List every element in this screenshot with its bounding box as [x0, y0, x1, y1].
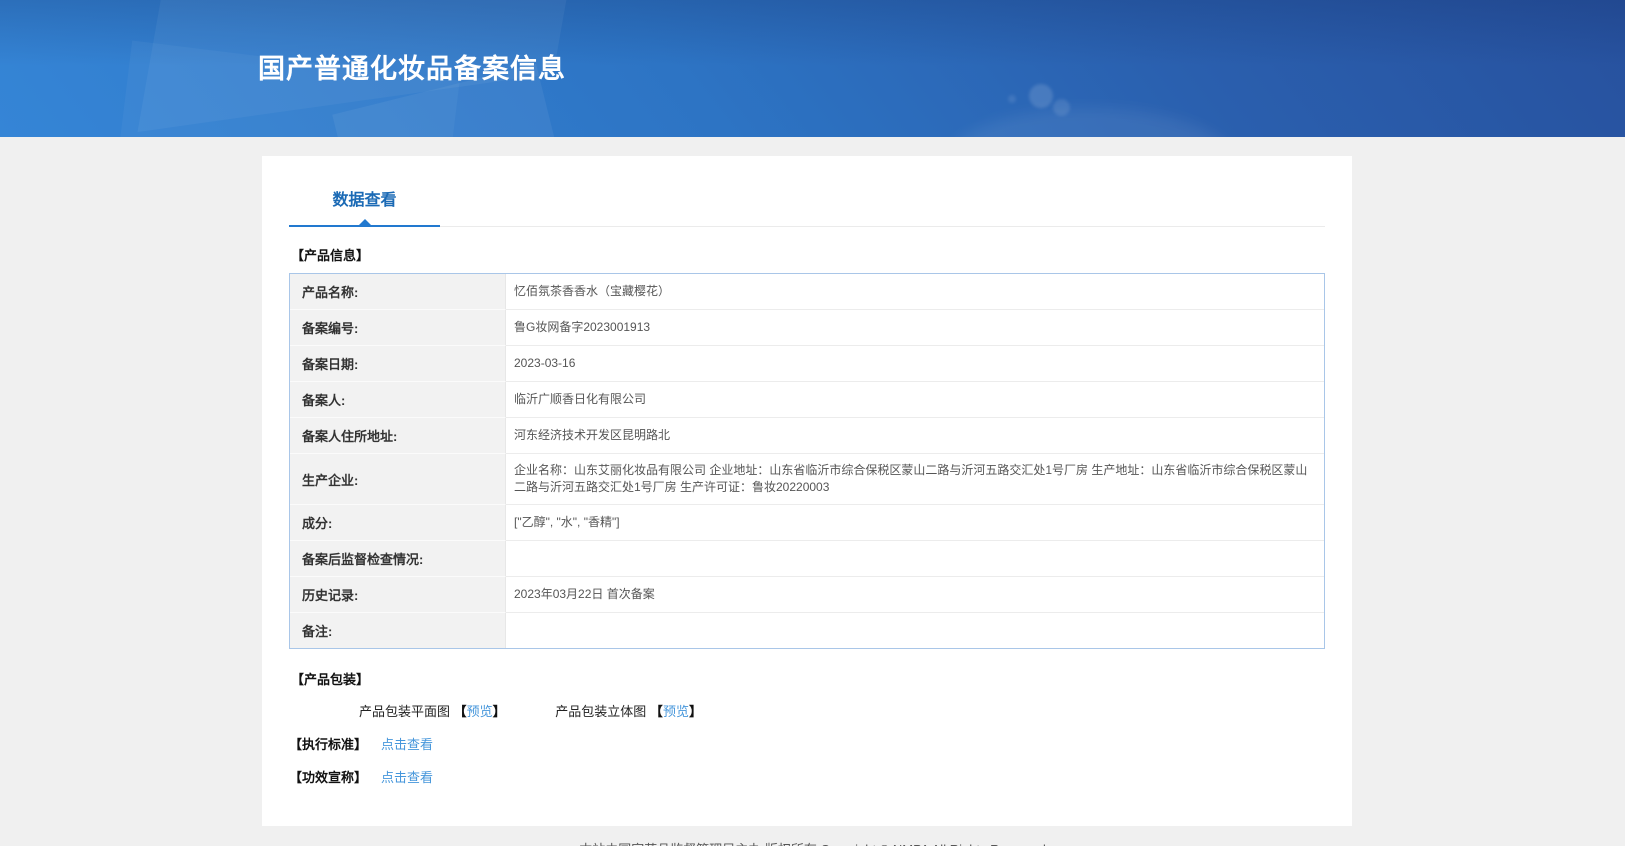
exec-standard-view-link[interactable]: 点击查看 — [381, 734, 433, 753]
row-label: 备案后监督检查情况: — [290, 541, 506, 577]
package-stereo-preview-link[interactable]: 预览 — [663, 704, 689, 719]
row-value — [506, 541, 1324, 577]
banner-decor-dot — [1029, 84, 1053, 108]
efficacy-claim-row: 【功效宣称】 点击查看 — [289, 767, 1325, 786]
table-row: 备案人: 临沂广顺香日化有限公司 — [290, 382, 1324, 418]
banner-decor-dot — [1053, 99, 1070, 116]
row-label: 生产企业: — [290, 454, 506, 505]
row-label: 历史记录: — [290, 577, 506, 613]
row-value: 临沂广顺香日化有限公司 — [506, 382, 1324, 418]
row-label: 成分: — [290, 505, 506, 541]
row-value: 鲁G妆网备字2023001913 — [506, 310, 1324, 346]
bracket-open: 【 — [453, 704, 467, 719]
bracket-open: 【 — [649, 704, 663, 719]
package-row: 产品包装平面图 【预览】 产品包装立体图 【预览】 — [359, 701, 1325, 720]
table-row: 备案日期: 2023-03-16 — [290, 346, 1324, 382]
tab-data-view[interactable]: 数据查看 — [289, 172, 440, 227]
tab-bar: 数据查看 — [289, 172, 1325, 227]
package-flat-label: 产品包装平面图 — [359, 704, 454, 719]
efficacy-claim-view-link[interactable]: 点击查看 — [381, 767, 433, 786]
row-label: 产品名称: — [290, 274, 506, 310]
content-card: 数据查看 【产品信息】 产品名称: 忆佰氛茶香香水（宝藏樱花） 备案编号: 鲁G… — [262, 156, 1352, 826]
row-label: 备案编号: — [290, 310, 506, 346]
page-banner: 国产普通化妆品备案信息 — [0, 0, 1625, 137]
row-label: 备注: — [290, 613, 506, 648]
package-stereo-label: 产品包装立体图 — [555, 704, 650, 719]
tab-active-marker-icon — [358, 219, 371, 225]
package-stereo-item: 产品包装立体图 【预览】 — [555, 704, 702, 719]
exec-standard-heading: 【执行标准】 — [289, 737, 368, 752]
table-row: 成分: ["乙醇", "水", "香精"] — [290, 505, 1324, 541]
banner-decor-dot — [1008, 95, 1016, 103]
row-value: 忆佰氛茶香香水（宝藏樱花） — [506, 274, 1324, 310]
row-value — [506, 613, 1324, 648]
table-row: 备案编号: 鲁G妆网备字2023001913 — [290, 310, 1324, 346]
row-value: 2023年03月22日 首次备案 — [506, 577, 1324, 613]
product-info-table: 产品名称: 忆佰氛茶香香水（宝藏樱花） 备案编号: 鲁G妆网备字20230019… — [289, 273, 1325, 649]
page-footer: 本站由国家药品监督管理局主办 版权所有 Copyright © NMPA All… — [0, 826, 1625, 846]
product-info-heading: 【产品信息】 — [291, 248, 370, 263]
package-flat-preview-link[interactable]: 预览 — [467, 704, 493, 719]
table-row: 产品名称: 忆佰氛茶香香水（宝藏樱花） — [290, 274, 1324, 310]
product-package-heading: 【产品包装】 — [291, 672, 370, 687]
table-row: 备案后监督检查情况: — [290, 541, 1324, 577]
row-value: ["乙醇", "水", "香精"] — [506, 505, 1324, 541]
package-flat-item: 产品包装平面图 【预览】 — [359, 704, 509, 719]
efficacy-claim-heading: 【功效宣称】 — [289, 770, 368, 785]
page-title: 国产普通化妆品备案信息 — [258, 54, 566, 84]
table-row: 历史记录: 2023年03月22日 首次备案 — [290, 577, 1324, 613]
row-value: 企业名称：山东艾丽化妆品有限公司 企业地址：山东省临沂市综合保税区蒙山二路与沂河… — [506, 454, 1324, 505]
tab-data-view-label: 数据查看 — [332, 192, 397, 209]
table-row: 备注: — [290, 613, 1324, 648]
row-value: 河东经济技术开发区昆明路北 — [506, 418, 1324, 454]
bracket-close: 】 — [688, 704, 702, 719]
banner-decor-glow — [945, 108, 1235, 137]
row-value: 2023-03-16 — [506, 346, 1324, 382]
table-row: 备案人住所地址: 河东经济技术开发区昆明路北 — [290, 418, 1324, 454]
exec-standard-row: 【执行标准】 点击查看 — [289, 734, 1325, 753]
table-row: 生产企业: 企业名称：山东艾丽化妆品有限公司 企业地址：山东省临沂市综合保税区蒙… — [290, 454, 1324, 505]
bracket-close: 】 — [492, 704, 506, 719]
row-label: 备案人住所地址: — [290, 418, 506, 454]
row-label: 备案日期: — [290, 346, 506, 382]
row-label: 备案人: — [290, 382, 506, 418]
